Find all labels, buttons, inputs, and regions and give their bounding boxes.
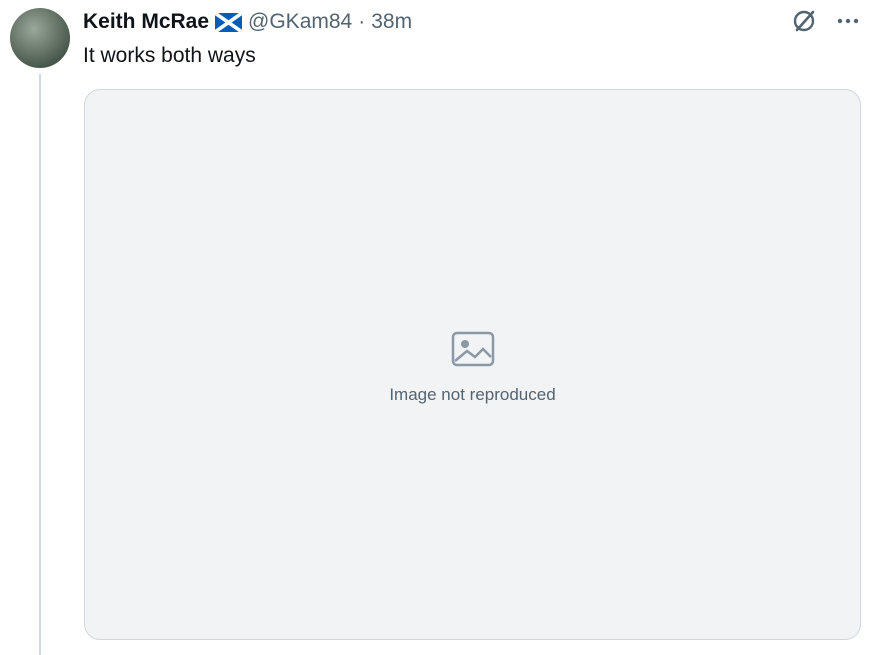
separator-dot: · bbox=[358, 10, 366, 33]
author-name[interactable]: Keith McRae bbox=[83, 9, 209, 35]
media-image[interactable]: Image not reproduced bbox=[84, 89, 861, 640]
author-handle[interactable]: @GKam84 bbox=[248, 9, 352, 35]
more-options-icon[interactable] bbox=[835, 8, 861, 34]
tweet-text: It works both ways bbox=[83, 44, 256, 67]
media-placeholder-text: Image not reproduced bbox=[389, 384, 556, 404]
image-icon bbox=[451, 331, 494, 366]
timestamp[interactable]: 38m bbox=[371, 9, 412, 35]
tweet-actions bbox=[791, 8, 861, 34]
tweet-header: Keith McRae @GKam84 · 38m bbox=[83, 9, 412, 35]
grok-icon[interactable] bbox=[791, 8, 817, 34]
thread-line bbox=[39, 74, 41, 655]
media-placeholder: Image not reproduced bbox=[389, 325, 556, 405]
avatar[interactable] bbox=[10, 8, 70, 68]
scotland-flag-icon bbox=[215, 12, 243, 32]
